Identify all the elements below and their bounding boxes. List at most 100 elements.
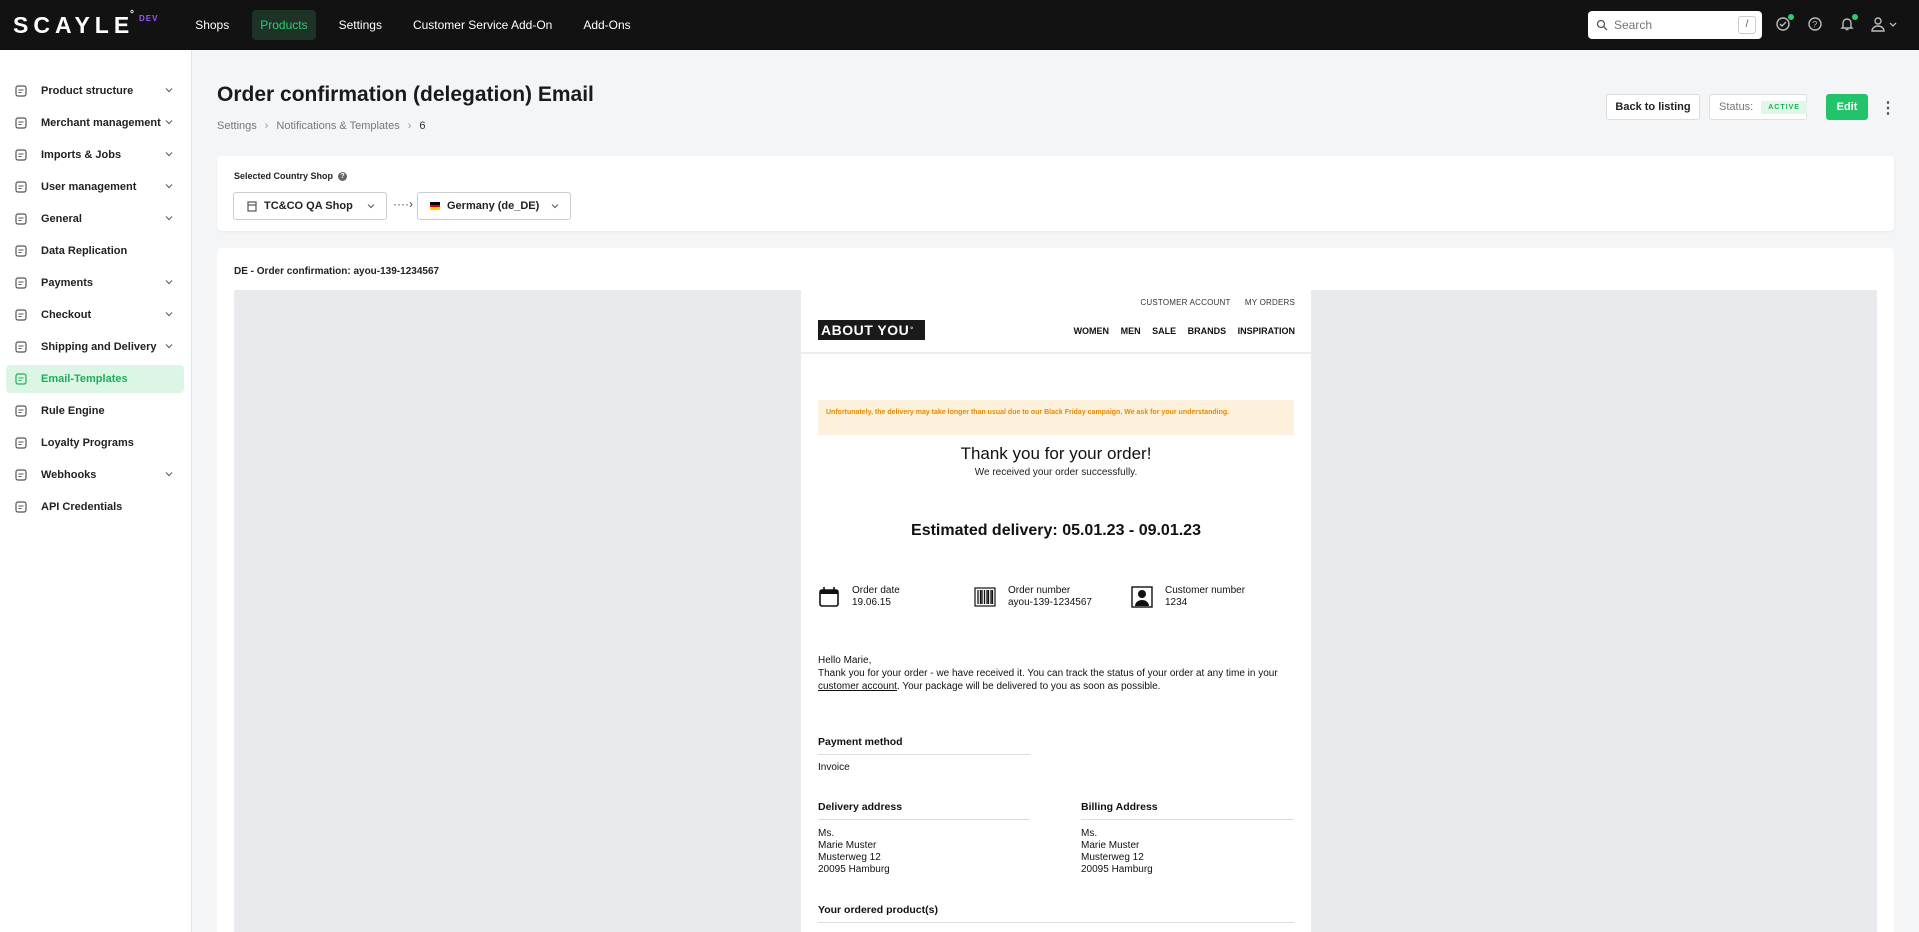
email-nav-men[interactable]: MEN xyxy=(1121,326,1141,336)
email-preview-card: DE - Order confirmation: ayou-139-123456… xyxy=(217,248,1894,932)
search-box[interactable]: / xyxy=(1588,11,1762,39)
email-top-links: CUSTOMER ACCOUNT MY ORDERS xyxy=(1128,298,1295,307)
more-options-icon[interactable]: ⋮ xyxy=(1880,98,1896,118)
sidebar-item-user-management[interactable]: User management xyxy=(6,173,184,201)
germany-flag-icon xyxy=(430,202,440,211)
env-badge: DEV xyxy=(139,13,159,23)
billing-address-heading: Billing Address xyxy=(1081,801,1294,820)
estimated-delivery: Estimated delivery: 05.01.23 - 09.01.23 xyxy=(911,522,1201,539)
back-to-listing-button[interactable]: Back to listing xyxy=(1606,94,1700,120)
sidebar-item-label: Shipping and Delivery xyxy=(41,341,157,353)
delivery-address: Ms. Marie Muster Musterweg 12 20095 Hamburg xyxy=(818,828,890,875)
search-icon xyxy=(1596,19,1608,31)
order-number-label: Order number xyxy=(1008,585,1071,596)
breadcrumb-settings[interactable]: Settings xyxy=(217,120,257,132)
sidebar-item-product-structure[interactable]: Product structure xyxy=(6,77,184,105)
sidebar-item-label: Email-Templates xyxy=(41,373,128,385)
customer-number-label: Customer number xyxy=(1165,585,1246,596)
replication-icon xyxy=(14,244,28,258)
help-icon[interactable]: ? xyxy=(1807,16,1825,34)
email-nav-women[interactable]: WOMEN xyxy=(1074,326,1110,336)
scayle-logo[interactable]: SCAYLE ° DEV xyxy=(13,9,157,39)
chevron-down-icon xyxy=(367,204,375,209)
status-label: Status: xyxy=(1719,101,1754,113)
nav-customer-service-add-on[interactable]: Customer Service Add-On xyxy=(405,10,560,40)
rule-icon xyxy=(14,404,28,418)
nav-shops[interactable]: Shops xyxy=(187,10,237,40)
email-nav: WOMEN MEN SALE BRANDS INSPIRATION xyxy=(1065,326,1295,336)
main-nav: Shops Products Settings Customer Service Ad… xyxy=(187,0,654,50)
email-nav-sale[interactable]: SALE xyxy=(1152,326,1176,336)
country-select[interactable]: Germany (de_DE) xyxy=(417,192,571,220)
email-template-icon xyxy=(14,372,28,386)
order-date-value: 19.06.15 xyxy=(852,597,891,608)
sidebar-item-data-replication[interactable]: Data Replication xyxy=(6,237,184,265)
sidebar-item-label: Imports & Jobs xyxy=(41,149,122,161)
sidebar-item-label: Loyalty Programs xyxy=(41,437,134,449)
store-icon xyxy=(14,116,28,130)
sidebar-item-rule-engine[interactable]: Rule Engine xyxy=(6,397,184,425)
delivery-notice: Unfortunately, the delivery may take lon… xyxy=(818,400,1294,435)
sidebar-item-merchant-management[interactable]: Merchant management xyxy=(6,109,184,137)
webhook-icon xyxy=(14,468,28,482)
shop-select-value: TC&CO QA Shop xyxy=(264,200,353,212)
my-orders-link[interactable]: MY ORDERS xyxy=(1245,298,1295,307)
sidebar-item-label: Checkout xyxy=(41,309,92,321)
about-you-logo[interactable]: ABOUT YOU ° xyxy=(818,320,925,340)
import-icon xyxy=(14,148,28,162)
svg-text:?: ? xyxy=(1812,20,1817,30)
email-nav-inspiration[interactable]: INSPIRATION xyxy=(1238,326,1295,336)
email-body: CUSTOMER ACCOUNT MY ORDERS ABOUT YOU ° WO… xyxy=(801,290,1311,932)
sidebar-item-checkout[interactable]: Checkout xyxy=(6,301,184,329)
customer-account-inline-link[interactable]: customer account xyxy=(818,681,897,692)
email-nav-brands[interactable]: BRANDS xyxy=(1188,326,1227,336)
greeting: Hello Marie, xyxy=(818,655,872,666)
edit-button[interactable]: Edit xyxy=(1826,94,1868,120)
loyalty-icon xyxy=(14,436,28,450)
sidebar-item-label: Webhooks xyxy=(41,469,97,481)
country-select-value: Germany (de_DE) xyxy=(447,200,540,212)
status-icon[interactable] xyxy=(1775,14,1794,34)
breadcrumb-current: 6 xyxy=(419,120,426,132)
user-menu-icon[interactable] xyxy=(1871,16,1899,34)
sidebar-item-email-templates[interactable]: Email-Templates xyxy=(6,365,184,393)
sidebar-item-label: Product structure xyxy=(41,85,134,97)
sidebar-item-api-credentials[interactable]: API Credentials xyxy=(6,493,184,521)
bell-icon[interactable] xyxy=(1839,14,1858,34)
ordered-products-heading: Your ordered product(s) xyxy=(818,904,1294,923)
sidebar-item-label: General xyxy=(41,213,82,225)
sidebar-item-general[interactable]: General xyxy=(6,205,184,233)
chevron-down-icon xyxy=(164,341,174,354)
shop-select[interactable]: TC&CO QA Shop xyxy=(233,192,387,220)
link-arrow-icon: ····› xyxy=(393,197,413,211)
user-icon xyxy=(14,180,28,194)
truck-icon xyxy=(14,340,28,354)
order-number-value: ayou-139-1234567 xyxy=(1008,597,1092,608)
breadcrumb-notifications[interactable]: Notifications & Templates xyxy=(276,120,399,132)
sidebar-item-loyalty-programs[interactable]: Loyalty Programs xyxy=(6,429,184,457)
sidebar-item-shipping-and-delivery[interactable]: Shipping and Delivery xyxy=(6,333,184,361)
sidebar-item-label: Data Replication xyxy=(41,245,128,257)
chevron-down-icon xyxy=(164,117,174,130)
divider xyxy=(801,352,1311,354)
barcode-icon xyxy=(974,587,996,607)
nav-add-ons[interactable]: Add-Ons xyxy=(575,10,638,40)
email-preview-frame[interactable]: CUSTOMER ACCOUNT MY ORDERS ABOUT YOU ° WO… xyxy=(234,290,1877,932)
chevron-down-icon xyxy=(164,469,174,482)
sidebar-item-imports-jobs[interactable]: Imports & Jobs xyxy=(6,141,184,169)
order-date-label: Order date xyxy=(852,585,900,596)
search-shortcut: / xyxy=(1738,16,1756,34)
search-input[interactable] xyxy=(1614,18,1734,32)
customer-account-link[interactable]: CUSTOMER ACCOUNT xyxy=(1140,298,1230,307)
sidebar-item-payments[interactable]: Payments xyxy=(6,269,184,297)
nav-settings[interactable]: Settings xyxy=(331,10,390,40)
order-date-info: Order date 19.06.15 xyxy=(818,585,900,609)
thanks-heading: Thank you for your order! xyxy=(960,444,1152,463)
sidebar-item-label: Payments xyxy=(41,277,93,289)
payment-icon xyxy=(14,276,28,290)
help-icon[interactable]: ? xyxy=(338,172,348,182)
chevron-down-icon xyxy=(551,204,559,209)
country-shop-card: Selected Country Shop? TC&CO QA Shop ···… xyxy=(217,156,1894,231)
sidebar-item-webhooks[interactable]: Webhooks xyxy=(6,461,184,489)
nav-products[interactable]: Products xyxy=(252,10,316,40)
